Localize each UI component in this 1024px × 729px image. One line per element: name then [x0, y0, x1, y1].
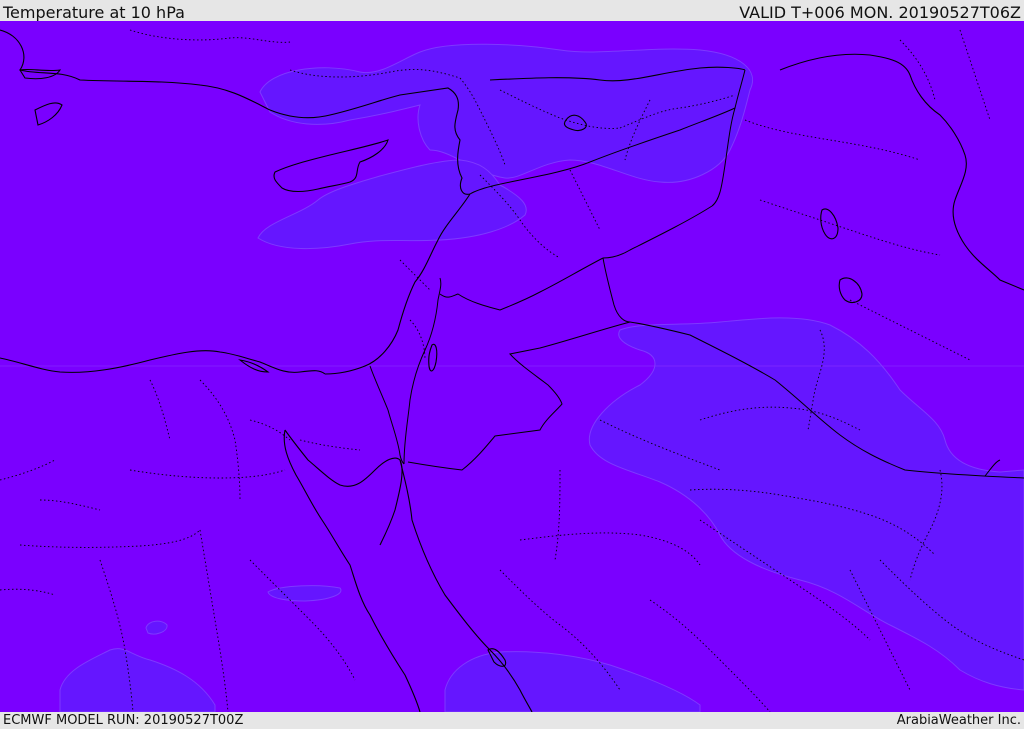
map-canvas[interactable]	[0, 21, 1024, 712]
model-run: ECMWF MODEL RUN: 20190527T00Z	[3, 713, 244, 728]
map-svg	[0, 21, 1024, 712]
map-title: Temperature at 10 hPa	[3, 3, 185, 22]
credit: ArabiaWeather Inc.	[896, 713, 1021, 728]
map-footer: ECMWF MODEL RUN: 20190527T00Z ArabiaWeat…	[0, 712, 1024, 729]
valid-time: VALID T+006 MON. 20190527T06Z	[739, 3, 1021, 22]
map-header: Temperature at 10 hPa VALID T+006 MON. 2…	[0, 0, 1024, 22]
